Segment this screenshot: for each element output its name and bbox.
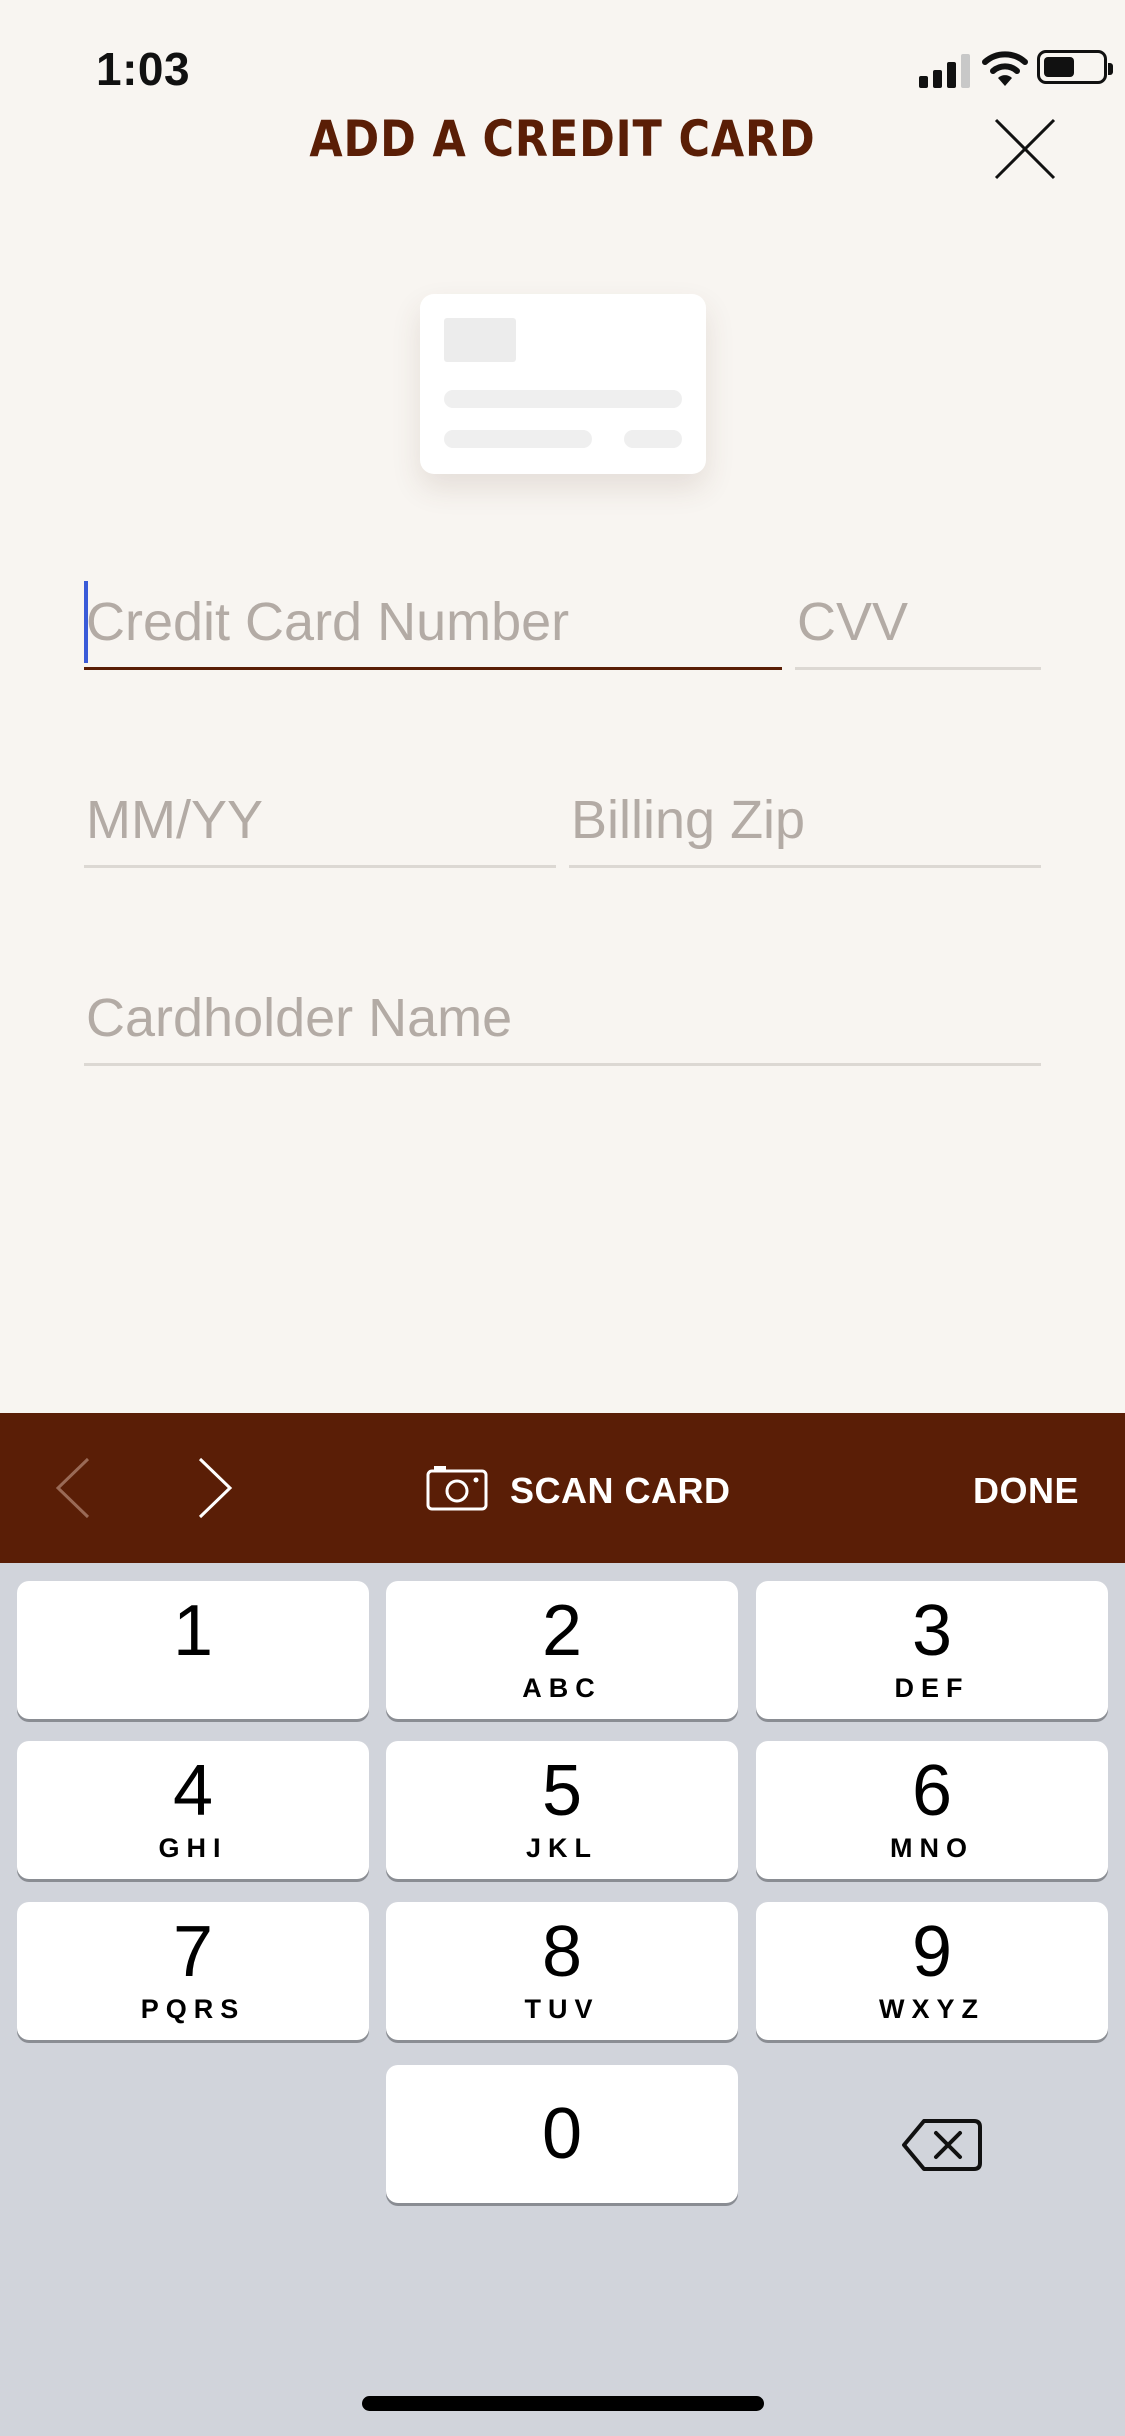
card-expiry-placeholder-line: [624, 430, 682, 448]
card-number-field[interactable]: Credit Card Number: [84, 581, 782, 670]
status-time: 1:03: [96, 43, 191, 95]
done-button[interactable]: DONE: [973, 1470, 1079, 1512]
cvv-field[interactable]: CVV: [795, 584, 1041, 670]
cardholder-name-field[interactable]: Cardholder Name: [84, 980, 1041, 1066]
key-8[interactable]: 8 TUV: [386, 1902, 738, 2040]
delete-key[interactable]: [884, 2105, 994, 2185]
key-1[interactable]: 1: [17, 1581, 369, 1719]
expiry-placeholder: MM/YY: [86, 790, 264, 850]
card-chip-placeholder: [444, 318, 516, 362]
scan-card-label: SCAN CARD: [510, 1470, 731, 1511]
keyboard-accessory-bar: SCAN CARD DONE: [0, 1413, 1125, 1563]
card-number-placeholder-line: [444, 390, 682, 408]
expiry-field[interactable]: MM/YY: [84, 782, 556, 868]
home-indicator[interactable]: [362, 2396, 764, 2411]
card-number-placeholder: Credit Card Number: [86, 592, 570, 652]
close-icon: [994, 118, 1056, 180]
key-0[interactable]: 0: [386, 2065, 738, 2203]
numeric-keypad: 1 2 ABC 3 DEF 4 GHI 5 JKL 6 MNO 7 PQRS 8…: [0, 1563, 1125, 2436]
previous-field-button[interactable]: [44, 1455, 104, 1521]
key-2[interactable]: 2 ABC: [386, 1581, 738, 1719]
key-3[interactable]: 3 DEF: [756, 1581, 1108, 1719]
key-7[interactable]: 7 PQRS: [17, 1902, 369, 2040]
cvv-placeholder: CVV: [797, 592, 909, 652]
cardholder-name-placeholder: Cardholder Name: [86, 988, 513, 1048]
key-9[interactable]: 9 WXYZ: [756, 1902, 1108, 2040]
close-button[interactable]: [992, 116, 1058, 182]
wifi-icon: [982, 51, 1028, 86]
battery-icon: [1037, 50, 1113, 84]
key-4[interactable]: 4 GHI: [17, 1741, 369, 1879]
signal-icon: [919, 52, 973, 88]
chevron-left-icon: [55, 1457, 90, 1519]
card-name-placeholder-line: [444, 430, 592, 448]
chevron-right-icon: [198, 1457, 233, 1519]
key-5[interactable]: 5 JKL: [386, 1741, 738, 1879]
billing-zip-placeholder: Billing Zip: [571, 790, 806, 850]
credit-card-illustration: [420, 294, 706, 474]
backspace-icon: [902, 2119, 982, 2171]
next-field-button[interactable]: [186, 1455, 246, 1521]
page-title: ADD A CREDIT CARD: [309, 110, 816, 168]
camera-icon: [426, 1466, 488, 1511]
key-6[interactable]: 6 MNO: [756, 1741, 1108, 1879]
billing-zip-field[interactable]: Billing Zip: [569, 782, 1041, 868]
